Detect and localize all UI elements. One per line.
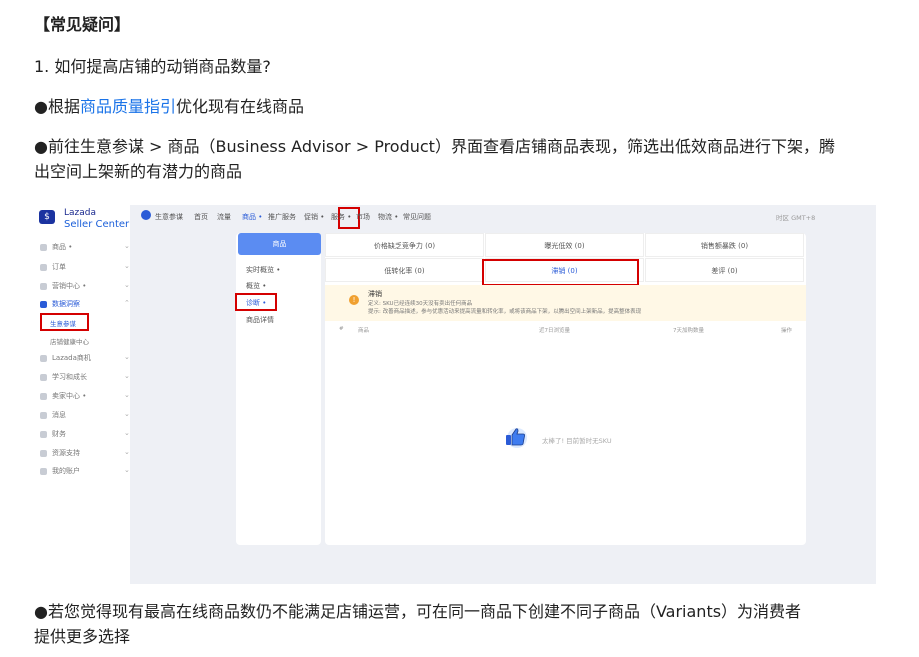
empty-state-text: 太棒了! 目前暂时无SKU <box>542 437 612 445</box>
chevron-down-icon: ⌄ <box>124 466 130 474</box>
timezone-label: 时区 GMT+8 <box>776 214 816 222</box>
col-views: 近7日浏览量 <box>539 328 570 334</box>
bullet-3-line1: ●若您觉得现有最高在线商品数仍不能满足店铺运营，可在同一商品下创建不同子商品（V… <box>34 602 802 621</box>
orders-icon <box>40 263 47 271</box>
sidebar-item-learning: 学习和成长 ⌄ <box>40 372 130 382</box>
chevron-down-icon: ⌄ <box>124 262 130 270</box>
business-advisor-icon <box>141 210 151 220</box>
sidebar-item-messages: 消息 ⌄ <box>40 410 130 420</box>
sidebar-item-data-insights: 数据洞察 ⌃ <box>40 299 130 309</box>
chevron-down-icon: ⌄ <box>124 448 130 456</box>
notice-title: 滞销 <box>368 290 382 298</box>
thumbs-up-icon <box>506 428 527 448</box>
seller-center-screenshot: $ Lazada Seller Center 商品 • ⌄ 订单 ⌄ 营销中心 • ⌄… <box>34 205 876 584</box>
box-icon <box>40 243 47 251</box>
user-icon <box>40 467 47 475</box>
chevron-up-icon: ⌃ <box>124 299 130 307</box>
sidebar-item-opportunities: Lazada商机 ⌄ <box>40 353 130 363</box>
tab-uncompetitive-price: 价格缺乏竞争力 (0) <box>325 233 484 257</box>
product-left-nav: 商品 实时概览 • 概览 • 诊断 • 商品详情 <box>235 233 321 545</box>
col-index: # <box>339 326 344 332</box>
sidebar-item-support: 资源支持 ⌄ <box>40 448 130 458</box>
bullet-1-prefix: ●根据 <box>34 97 80 116</box>
tab-bad-reviews: 差评 (0) <box>645 258 804 282</box>
chevron-down-icon: ⌄ <box>124 410 130 418</box>
col-actions: 操作 <box>781 328 793 334</box>
chevron-down-icon: ⌄ <box>124 242 130 250</box>
store-icon <box>40 392 47 400</box>
topbar-item-faq: 常见问题 <box>403 213 431 221</box>
nav-product-detail: 商品详情 <box>246 316 274 324</box>
screenshot-sidebar: $ Lazada Seller Center 商品 • ⌄ 订单 ⌄ 营销中心 • ⌄… <box>34 205 130 584</box>
notice-tip: 提示: 改善商品描述，参与优惠活动来提高流量和转化率，或将该商品下架，以腾出空间… <box>368 309 642 315</box>
topbar-item-service: 服务 • <box>331 213 352 221</box>
topbar-item-traffic: 流量 <box>217 213 231 221</box>
highlight-box-unsold <box>482 259 639 286</box>
topbar-item-promo: 促销 • <box>304 213 325 221</box>
topbar-item-market: 市场 <box>356 213 370 221</box>
topbar-title: 生意参谋 <box>155 213 183 221</box>
notice-definition: 定义: SKU已经连续30天没有卖出任何商品 <box>368 301 473 307</box>
notice-banner: ! 滞销 定义: SKU已经连续30天没有卖出任何商品 提示: 改善商品描述，参… <box>325 285 806 321</box>
chevron-down-icon: ⌄ <box>124 353 130 361</box>
sidebar-item-marketing: 营销中心 • ⌄ <box>40 281 130 291</box>
nav-overview: 概览 • <box>246 282 267 290</box>
topbar-item-logistics: 物流 • <box>378 213 399 221</box>
sidebar-item-finance: 财务 ⌄ <box>40 429 130 439</box>
support-icon <box>40 449 47 457</box>
sidebar-item-seller-center: 卖家中心 • ⌄ <box>40 391 130 401</box>
bullet-1: ●根据商品质量指引优化现有在线商品 <box>34 94 304 119</box>
bullet-1-suffix: 优化现有在线商品 <box>175 97 304 116</box>
warning-icon: ! <box>349 295 359 305</box>
tab-product: 商品 <box>238 233 321 255</box>
bulb-icon <box>40 354 47 362</box>
chevron-down-icon: ⌄ <box>124 372 130 380</box>
logo-line2: Seller Center <box>64 219 130 230</box>
quality-guide-link[interactable]: 商品质量指引 <box>80 97 176 116</box>
logo-line1: Lazada <box>64 208 96 218</box>
topbar-item-home: 首页 <box>194 213 208 221</box>
bullet-3-line2: 提供更多选择 <box>34 627 131 646</box>
topbar-item-product: 商品 • <box>242 213 263 221</box>
tab-low-conversion: 低转化率 (0) <box>325 258 484 282</box>
topbar-item-promotion: 推广服务 <box>268 213 296 221</box>
nav-realtime: 实时概览 • <box>246 266 281 274</box>
bullet-2-line1: ●前往生意参谋 > 商品（Business Advisor > Product）… <box>34 137 835 156</box>
lazada-logo-icon: $ <box>39 210 55 224</box>
sidebar-sub-store-health: 店铺健康中心 <box>50 338 89 346</box>
col-product: 商品 <box>358 328 370 334</box>
col-add-to-cart: 7天加购数量 <box>673 328 704 334</box>
highlight-box-business-advisor <box>40 313 89 331</box>
finance-icon <box>40 430 47 438</box>
bullet-2-line2: 出空间上架新的有潜力的商品 <box>34 162 243 181</box>
diagnosis-panel: 价格缺乏竞争力 (0) 曝光低效 (0) 销售额暴跌 (0) 低转化率 (0) … <box>325 233 806 545</box>
tab-low-exposure: 曝光低效 (0) <box>485 233 644 257</box>
sidebar-item-products: 商品 • ⌄ <box>40 242 130 252</box>
tab-sales-drop: 销售额暴跌 (0) <box>645 233 804 257</box>
marketing-icon <box>40 282 47 290</box>
learn-icon <box>40 373 47 381</box>
chevron-down-icon: ⌄ <box>124 429 130 437</box>
faq-heading: 【常见疑问】 <box>34 15 131 34</box>
chevron-down-icon: ⌄ <box>124 281 130 289</box>
sidebar-item-account: 我的账户 ⌄ <box>40 466 130 476</box>
chart-icon <box>40 300 47 308</box>
sidebar-item-orders: 订单 ⌄ <box>40 262 130 272</box>
message-icon <box>40 411 47 419</box>
chevron-down-icon: ⌄ <box>124 391 130 399</box>
question-1: 1. 如何提高店铺的动销商品数量? <box>34 57 271 76</box>
highlight-box-diagnosis <box>235 293 277 311</box>
